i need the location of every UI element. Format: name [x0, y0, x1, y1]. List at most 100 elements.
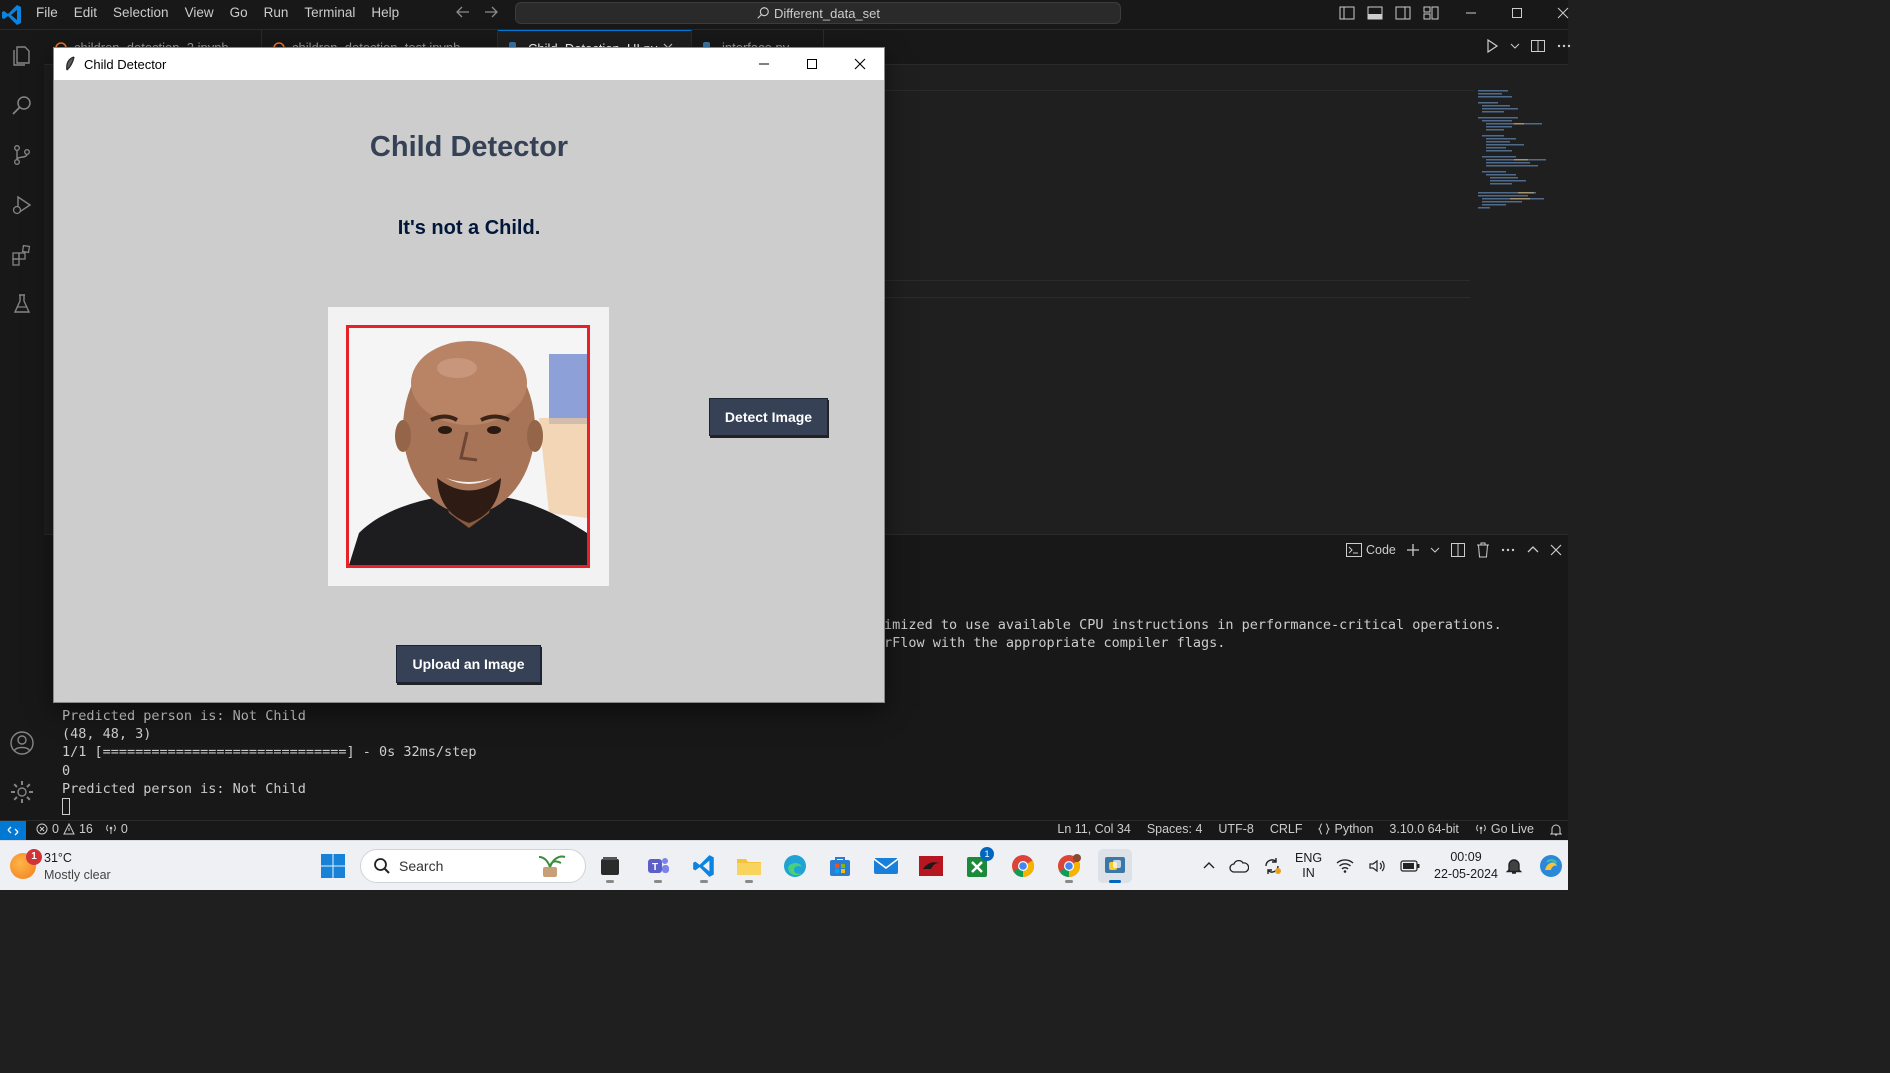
more-actions-icon[interactable] — [1556, 38, 1572, 54]
wifi-icon[interactable] — [1336, 858, 1354, 874]
source-control-icon[interactable] — [6, 139, 38, 171]
app-titlebar[interactable]: Child Detector — [54, 48, 884, 80]
xbox-icon[interactable]: 1 — [960, 847, 994, 883]
problems-indicator[interactable]: 0 16 — [36, 822, 93, 836]
search-placeholder: Search — [399, 858, 444, 874]
battery-icon[interactable] — [1400, 860, 1420, 872]
result-label: It's not a Child. — [397, 217, 541, 239]
chrome-profile-icon[interactable] — [1052, 849, 1086, 883]
notifications-bell-icon[interactable] — [1506, 857, 1522, 875]
search-icon — [756, 6, 770, 20]
python-interpreter[interactable]: 3.10.0 64-bit — [1389, 822, 1459, 836]
terminal-profile[interactable]: Code — [1346, 543, 1396, 557]
search-icon — [373, 857, 391, 875]
settings-gear-icon[interactable] — [6, 776, 38, 808]
menu-edit[interactable]: Edit — [66, 0, 105, 30]
ms-store-icon[interactable] — [823, 849, 857, 883]
go-live-button[interactable]: Go Live — [1475, 822, 1534, 836]
restore-icon[interactable] — [1494, 0, 1540, 26]
minimize-icon[interactable] — [740, 48, 788, 80]
input-language[interactable]: ENG IN — [1295, 851, 1322, 881]
maximize-icon[interactable] — [788, 48, 836, 80]
forward-arrow-icon[interactable] — [483, 4, 499, 20]
toggle-secondary-sidebar-icon[interactable] — [1394, 4, 1412, 22]
windows-taskbar: 1 31°C Mostly clear Search T 1 ENG IN 00… — [0, 840, 1568, 890]
tk-feather-icon — [64, 56, 76, 72]
run-debug-icon[interactable] — [6, 189, 38, 221]
toggle-panel-icon[interactable] — [1366, 4, 1384, 22]
show-hidden-icons-chevron-up-icon[interactable] — [1203, 860, 1215, 872]
run-file-icon[interactable] — [1484, 38, 1500, 54]
menu-file[interactable]: File — [28, 0, 66, 30]
chrome-icon[interactable] — [1006, 849, 1040, 883]
start-windows-icon[interactable] — [318, 851, 348, 881]
search-highlight-plant-icon — [531, 853, 575, 879]
minimap[interactable] — [1474, 88, 1564, 213]
toggle-primary-sidebar-icon[interactable] — [1338, 4, 1356, 22]
customize-layout-icon[interactable] — [1422, 4, 1440, 22]
copilot-icon[interactable] — [1538, 853, 1564, 879]
menu-terminal[interactable]: Terminal — [296, 0, 363, 30]
new-terminal-icon[interactable] — [1406, 543, 1420, 557]
maximize-panel-chevron-up-icon[interactable] — [1526, 543, 1540, 557]
cursor-position[interactable]: Ln 11, Col 34 — [1057, 822, 1130, 836]
notifications-bell-icon[interactable] — [1550, 823, 1562, 836]
chevron-down-icon[interactable] — [1430, 545, 1440, 555]
terminal-actions: Code — [1346, 542, 1562, 558]
status-left: 0 16 0 — [36, 822, 128, 836]
taskbar-search[interactable]: Search — [360, 849, 586, 883]
edge-icon[interactable] — [778, 849, 812, 883]
chevron-down-icon[interactable] — [1510, 41, 1520, 51]
remote-indicator-icon[interactable] — [0, 821, 26, 840]
file-manager-icon[interactable] — [593, 849, 627, 883]
command-center-search[interactable]: Different_data_set — [515, 2, 1121, 24]
language-line-1: ENG — [1295, 851, 1323, 865]
language-mode[interactable]: Python — [1318, 822, 1373, 836]
kill-terminal-trash-icon[interactable] — [1476, 542, 1490, 558]
back-arrow-icon[interactable] — [455, 4, 471, 20]
close-icon[interactable] — [1540, 0, 1586, 26]
vscode-icon[interactable] — [687, 849, 721, 883]
more-actions-icon[interactable] — [1500, 542, 1516, 558]
status-right: Ln 11, Col 34 Spaces: 4 UTF-8 CRLF Pytho… — [1057, 822, 1562, 836]
clock-date: 22-05-2024 — [1434, 867, 1498, 881]
explorer-icon[interactable] — [6, 40, 38, 72]
indentation[interactable]: Spaces: 4 — [1147, 822, 1203, 836]
weather-condition: Mostly clear — [44, 868, 111, 882]
ports-indicator[interactable]: 0 — [105, 822, 128, 836]
python-app-icon[interactable] — [1098, 849, 1132, 883]
terminal-line: 1/1 [==============================] - 0… — [62, 744, 477, 760]
menu-view[interactable]: View — [177, 0, 222, 30]
end-of-line[interactable]: CRLF — [1270, 822, 1303, 836]
red-app-icon[interactable] — [914, 849, 948, 883]
accounts-icon[interactable] — [6, 727, 38, 759]
minimize-icon[interactable] — [1448, 0, 1494, 26]
onedrive-cloud-icon[interactable] — [1229, 859, 1249, 873]
menu-run[interactable]: Run — [256, 0, 297, 30]
close-panel-icon[interactable] — [1550, 544, 1562, 556]
upload-image-button[interactable]: Upload an Image — [397, 646, 540, 682]
menu-help[interactable]: Help — [363, 0, 407, 30]
extensions-icon[interactable] — [6, 239, 38, 271]
detect-image-button[interactable]: Detect Image — [710, 399, 827, 435]
split-editor-icon[interactable] — [1530, 38, 1546, 54]
ports-count: 0 — [120, 822, 128, 836]
taskbar-clock[interactable]: 00:09 22-05-2024 — [1430, 849, 1502, 883]
file-explorer-icon[interactable] — [732, 849, 766, 883]
testing-flask-icon[interactable] — [6, 288, 38, 320]
mail-icon[interactable] — [869, 849, 903, 883]
menu-go[interactable]: Go — [222, 0, 256, 30]
menu-selection[interactable]: Selection — [105, 0, 177, 30]
volume-icon[interactable] — [1368, 858, 1386, 874]
sync-icon[interactable] — [1263, 857, 1281, 875]
weather-widget[interactable]: 1 31°C Mostly clear — [10, 849, 170, 885]
warning-icon — [63, 823, 75, 835]
navigation-arrows — [455, 4, 499, 20]
app-window-title: Child Detector — [84, 57, 167, 72]
encoding[interactable]: UTF-8 — [1218, 822, 1253, 836]
teams-icon[interactable]: T — [641, 849, 675, 883]
close-icon[interactable] — [836, 48, 884, 80]
split-terminal-icon[interactable] — [1450, 542, 1466, 558]
editor-divider — [884, 297, 1470, 298]
search-icon[interactable] — [6, 90, 38, 122]
